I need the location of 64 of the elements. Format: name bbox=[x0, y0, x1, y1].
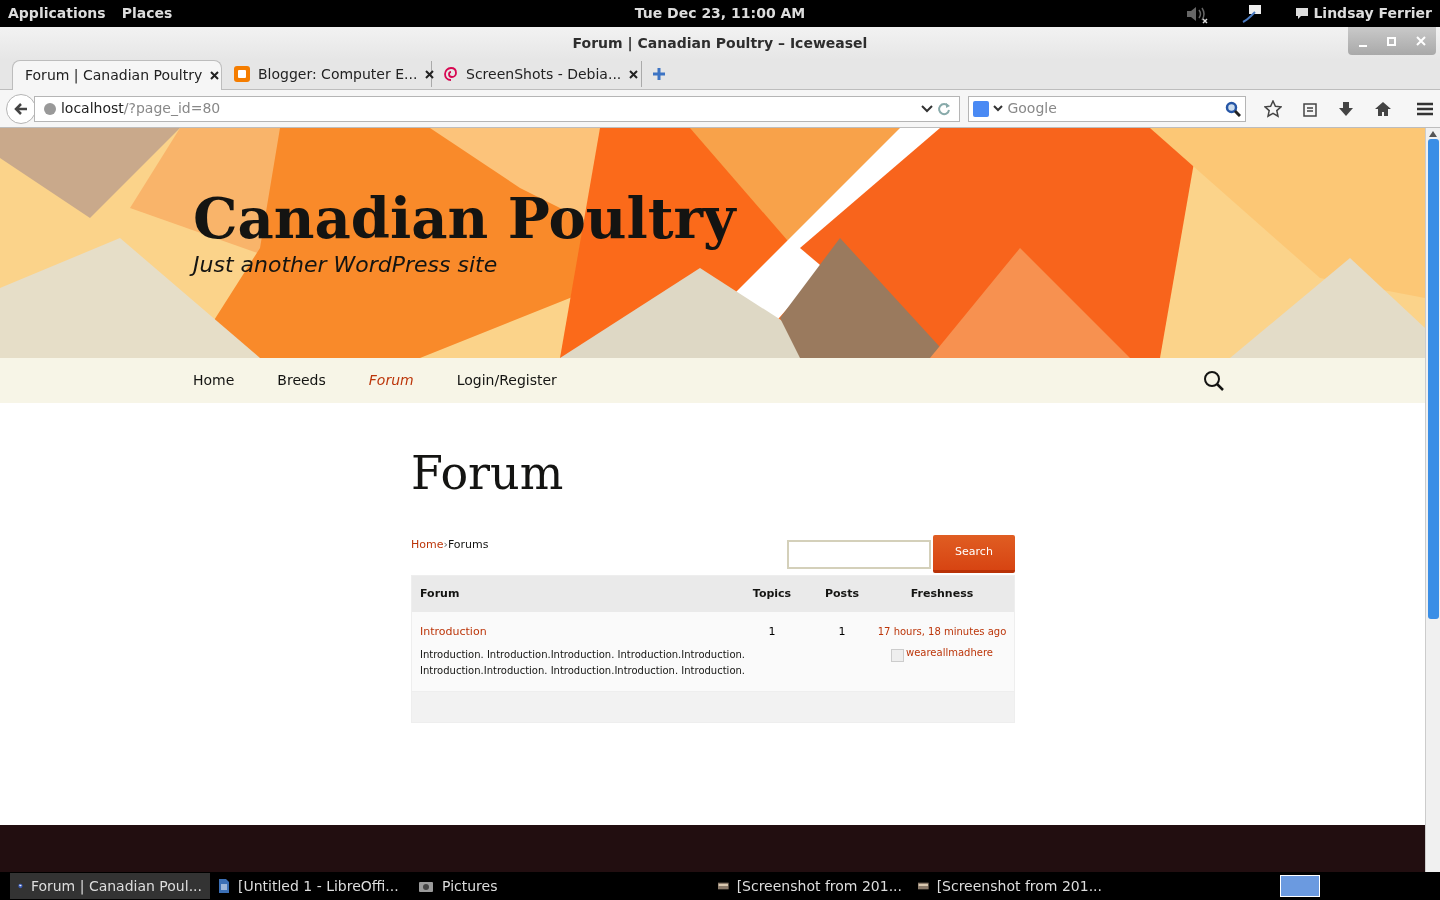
blogger-icon bbox=[234, 66, 250, 82]
image-icon bbox=[918, 880, 929, 892]
taskbar-item[interactable]: Forum | Canadian Poul... bbox=[10, 873, 210, 899]
chat-bubble-icon[interactable] bbox=[1295, 7, 1310, 20]
column-header: Posts bbox=[824, 585, 860, 602]
forum-search-field[interactable] bbox=[787, 539, 931, 569]
author-link[interactable]: weareallmadhere bbox=[906, 645, 993, 660]
panel-menu[interactable]: Applications bbox=[8, 3, 106, 24]
dropdown-caret-icon[interactable] bbox=[993, 105, 1004, 112]
freshness-link[interactable]: 17 hours, 18 minutes ago bbox=[877, 624, 1007, 639]
document-icon bbox=[218, 878, 230, 894]
back-arrow-icon bbox=[13, 101, 28, 116]
taskbar-item[interactable]: [Screenshot from 201... bbox=[910, 873, 1110, 899]
clipboard-icon[interactable] bbox=[1302, 100, 1318, 117]
column-header: Forum bbox=[419, 585, 461, 602]
forum-description: Introduction. Introduction.Introduction. Introduction.Introduction. Introduction.Introduction. Introduction.Introduction. Introduction. bbox=[420, 647, 747, 678]
browser-tab[interactable]: Blogger: Computer E... bbox=[222, 61, 432, 87]
nav-link[interactable]: Login/Register bbox=[456, 370, 557, 391]
image-icon bbox=[718, 880, 729, 892]
workspace-switcher[interactable] bbox=[1280, 875, 1320, 897]
breadcrumb-link[interactable]: Home bbox=[411, 538, 444, 551]
swirl-icon bbox=[444, 66, 458, 82]
dropdown-caret-icon[interactable] bbox=[921, 104, 934, 113]
search-icon[interactable] bbox=[1203, 369, 1225, 392]
address-field[interactable]: localhost/?page_id=80 bbox=[33, 95, 961, 122]
taskbar-item[interactable]: Pictures bbox=[410, 873, 610, 899]
nav-link[interactable]: Forum bbox=[368, 370, 414, 391]
nav-link[interactable]: Breeds bbox=[277, 370, 326, 391]
window-title: Forum | Canadian Poultry – Iceweasel bbox=[572, 34, 868, 54]
tab-close-icon[interactable] bbox=[425, 69, 435, 79]
nav-link[interactable]: Home bbox=[193, 370, 235, 391]
network-icon[interactable] bbox=[1241, 3, 1264, 24]
page-heading: Forum bbox=[411, 445, 565, 501]
posts-count: 1 bbox=[837, 624, 847, 640]
search-field[interactable]: Google bbox=[968, 95, 1246, 122]
breadcrumb: Home›Forums bbox=[411, 537, 489, 553]
download-icon[interactable] bbox=[1338, 100, 1354, 117]
taskbar-item[interactable]: [Screenshot from 201... bbox=[710, 873, 910, 899]
panel-menu[interactable]: Places bbox=[121, 3, 173, 24]
browser-tab[interactable]: Forum | Canadian Poultry bbox=[12, 60, 222, 90]
tab-close-icon[interactable] bbox=[629, 69, 639, 79]
forum-title-link[interactable]: Introduction bbox=[420, 625, 487, 638]
home-icon[interactable] bbox=[1374, 100, 1392, 117]
new-tab-icon[interactable] bbox=[652, 67, 666, 81]
browser-tab[interactable]: ScreenShots - Debia... bbox=[432, 61, 642, 87]
avatar-icon bbox=[891, 649, 904, 662]
column-header: Freshness bbox=[909, 585, 975, 602]
scrollbar[interactable] bbox=[1425, 128, 1440, 872]
scroll-up-icon[interactable] bbox=[1429, 131, 1437, 137]
column-header: Topics bbox=[751, 585, 793, 602]
back-button[interactable] bbox=[6, 93, 36, 124]
site-title[interactable]: Canadian Poultry bbox=[193, 186, 1425, 250]
camera-icon bbox=[418, 879, 434, 893]
tab-close-icon[interactable] bbox=[210, 71, 220, 80]
close-icon bbox=[1416, 36, 1427, 46]
user-name[interactable]: Lindsay Ferrier bbox=[1313, 3, 1432, 24]
taskbar-item[interactable]: [Untitled 1 - LibreOffi... bbox=[210, 873, 410, 899]
menu-icon[interactable] bbox=[1416, 101, 1434, 116]
search-button[interactable]: Search bbox=[933, 535, 1015, 573]
search-input[interactable]: Google bbox=[1007, 98, 1221, 119]
url-text: localhost/?page_id=80 bbox=[60, 99, 222, 118]
star-icon[interactable] bbox=[1264, 99, 1282, 118]
panel-clock[interactable]: Tue Dec 23, 11:00 AM bbox=[634, 3, 806, 24]
search-icon[interactable] bbox=[1225, 100, 1241, 117]
